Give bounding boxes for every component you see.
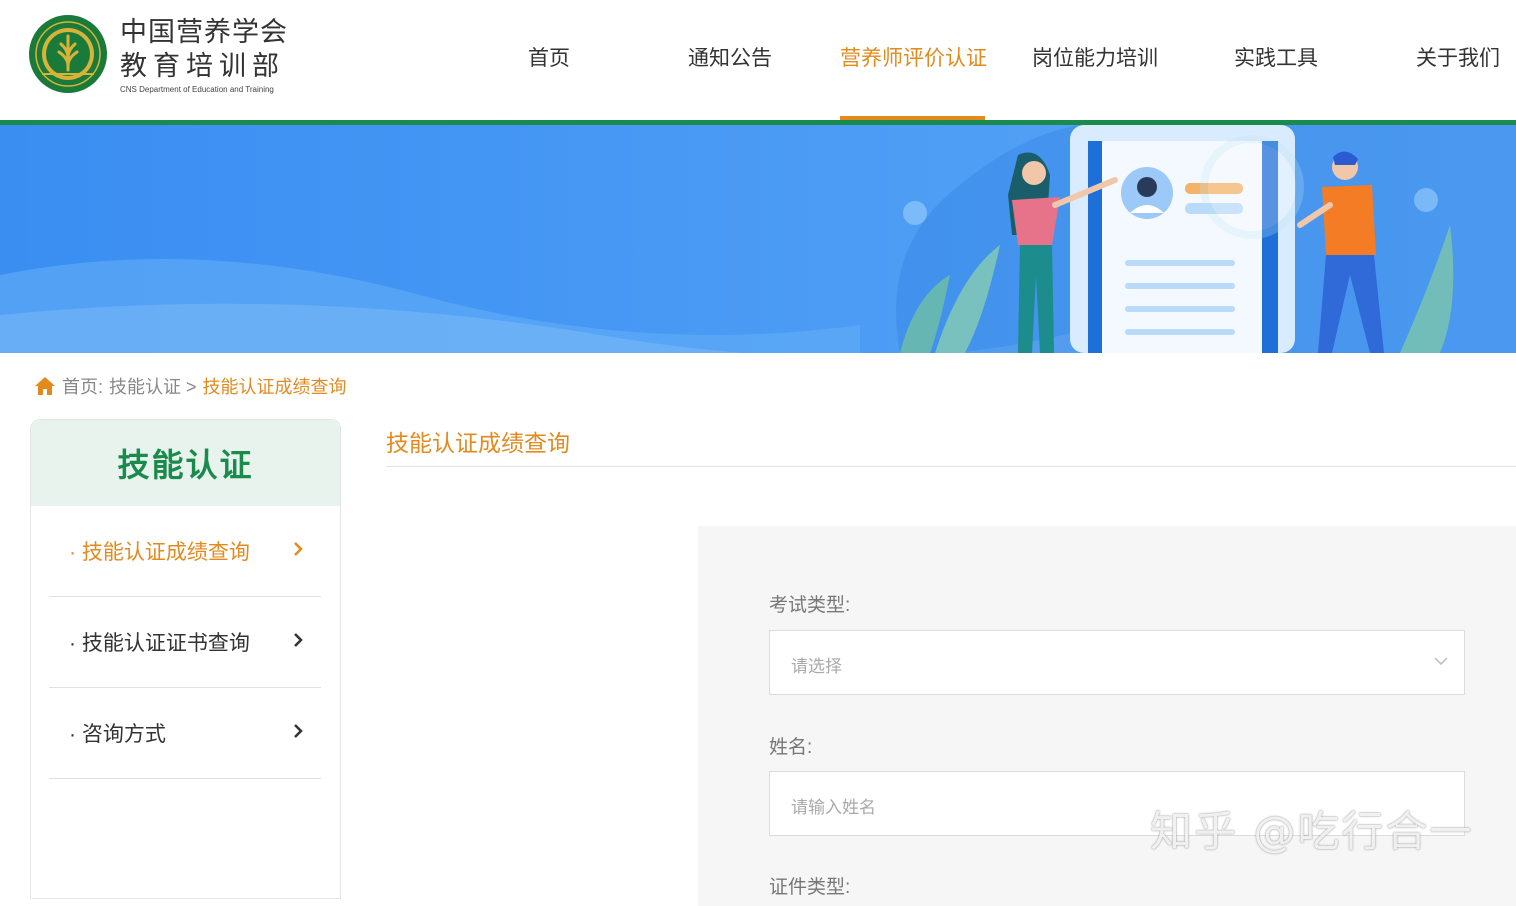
page-title: 技能认证成绩查询 xyxy=(386,430,570,456)
breadcrumb-current: 技能认证成绩查询 xyxy=(202,377,347,397)
sidebar-title: 技能认证 xyxy=(31,420,340,506)
brand-title-line2: 教育培训部 xyxy=(120,51,285,82)
sidebar-item-label: · 咨询方式 xyxy=(69,723,166,746)
sidebar-item-score-query[interactable]: · 技能认证成绩查询 xyxy=(49,506,321,597)
sidebar: 技能认证 · 技能认证成绩查询 · 技能认证证书查询 · 咨询方式 xyxy=(30,419,341,899)
id-type-label: 证件类型: xyxy=(769,877,851,898)
exam-type-label: 考试类型: xyxy=(769,595,851,616)
cns-logo[interactable] xyxy=(28,14,108,94)
sidebar-item-label: · 技能认证证书查询 xyxy=(69,632,250,655)
exam-type-select[interactable]: 请选择 xyxy=(769,630,1465,695)
breadcrumb-parent[interactable]: 技能认证 > xyxy=(109,373,197,399)
chevron-down-icon xyxy=(1434,657,1448,666)
breadcrumb-home[interactable]: 首页: xyxy=(62,373,103,399)
nav-tools[interactable]: 实践工具 xyxy=(1234,42,1318,72)
nav-home[interactable]: 首页 xyxy=(528,42,570,72)
brand-subtitle: CNS Department of Education and Training xyxy=(120,85,274,94)
brand-title-line1: 中国营养学会 xyxy=(120,17,288,48)
exam-type-placeholder: 请选择 xyxy=(791,657,842,676)
sidebar-item-label: · 技能认证成绩查询 xyxy=(69,541,250,564)
nav-notices[interactable]: 通知公告 xyxy=(688,42,772,72)
brand-block[interactable]: 中国营养学会 教育培训部 CNS Department of Education… xyxy=(120,16,288,94)
nav-about[interactable]: 关于我们 xyxy=(1416,42,1500,72)
name-label: 姓名: xyxy=(769,737,813,758)
watermark: 知乎 @吃行合一 xyxy=(1150,807,1474,856)
banner-illustration xyxy=(0,125,1516,353)
chevron-right-icon xyxy=(294,724,303,738)
site-header: 中国营养学会 教育培训部 CNS Department of Education… xyxy=(0,0,1516,122)
sidebar-item-contact[interactable]: · 咨询方式 xyxy=(49,688,321,779)
breadcrumb: 首页: 技能认证 > 技能认证成绩查询 xyxy=(34,373,347,399)
chevron-right-icon xyxy=(294,633,303,647)
name-placeholder: 请输入姓名 xyxy=(791,798,876,817)
nav-certification[interactable]: 营养师评价认证 xyxy=(840,42,987,72)
chevron-right-icon xyxy=(294,542,303,556)
sidebar-item-certificate-query[interactable]: · 技能认证证书查询 xyxy=(49,597,321,688)
nav-training[interactable]: 岗位能力培训 xyxy=(1032,42,1158,72)
title-divider xyxy=(386,466,1516,467)
home-icon[interactable] xyxy=(34,376,56,396)
